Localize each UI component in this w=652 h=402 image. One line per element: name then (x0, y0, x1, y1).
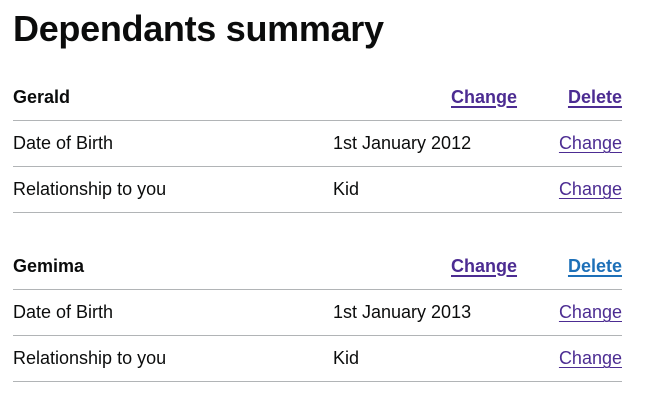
change-dependant-link[interactable]: Change (451, 256, 517, 276)
page: Dependants summary Gerald Change Delete … (0, 0, 652, 382)
row-key: Date of Birth (13, 133, 114, 153)
dependant-name: Gerald (13, 86, 71, 107)
dependant-name: Gemima (13, 255, 85, 276)
row-value: Kid (333, 179, 360, 199)
delete-dependant-link[interactable]: Delete (568, 87, 622, 107)
row-value: 1st January 2012 (333, 133, 472, 153)
change-relationship-link[interactable]: Change (559, 179, 622, 199)
summary-row-date-of-birth: Date of Birth 1st January 2012 Change (13, 121, 622, 167)
dependant-actions: Change Delete (451, 87, 622, 108)
dependant-header: Gemima Change Delete (13, 243, 622, 290)
dependant-actions: Change Delete (451, 256, 622, 277)
row-value: Kid (333, 348, 360, 368)
summary-row-date-of-birth: Date of Birth 1st January 2013 Change (13, 290, 622, 336)
delete-dependant-link[interactable]: Delete (568, 256, 622, 276)
change-relationship-link[interactable]: Change (559, 348, 622, 368)
dependant-card: Gerald Change Delete Date of Birth 1st J… (13, 74, 622, 213)
summary-row-relationship: Relationship to you Kid Change (13, 167, 622, 213)
change-date-of-birth-link[interactable]: Change (559, 133, 622, 153)
dependant-card: Gemima Change Delete Date of Birth 1st J… (13, 243, 622, 382)
row-key: Date of Birth (13, 302, 114, 322)
row-key: Relationship to you (13, 348, 167, 368)
change-dependant-link[interactable]: Change (451, 87, 517, 107)
change-date-of-birth-link[interactable]: Change (559, 302, 622, 322)
row-value: 1st January 2013 (333, 302, 472, 322)
dependant-header: Gerald Change Delete (13, 74, 622, 121)
summary-row-relationship: Relationship to you Kid Change (13, 336, 622, 382)
row-key: Relationship to you (13, 179, 167, 199)
page-title: Dependants summary (13, 8, 384, 49)
